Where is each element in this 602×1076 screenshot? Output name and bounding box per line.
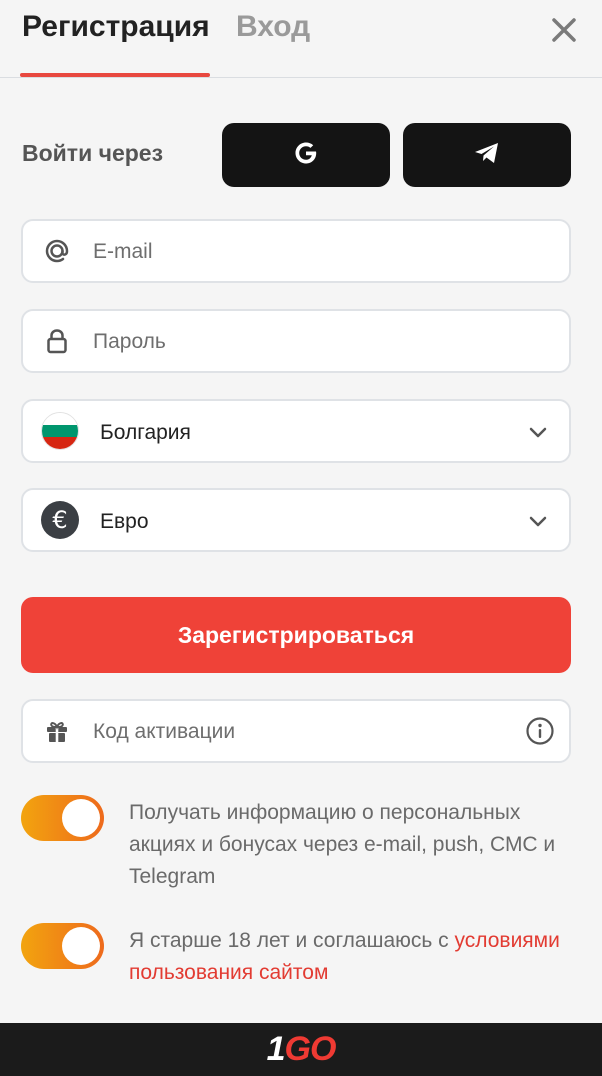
telegram-login-button[interactable] [403,123,571,187]
close-icon[interactable] [548,14,580,46]
email-placeholder: E-mail [93,240,153,263]
age-consent-toggle[interactable] [21,923,104,969]
activation-code-field[interactable]: Код активации [21,699,571,763]
tab-register[interactable]: Регистрация [22,10,210,44]
euro-icon: € [41,501,79,539]
bulgaria-flag-icon [41,412,79,450]
social-login-label: Войти через [22,140,164,166]
info-icon[interactable] [525,716,555,746]
currency-value: Евро [100,510,149,533]
brand-logo: 1GO [266,1030,337,1069]
tab-login[interactable]: Вход [236,10,310,44]
gift-icon [41,715,73,747]
toggle-knob [62,799,100,837]
country-select[interactable]: Болгария [21,399,571,463]
activation-code-placeholder: Код активации [93,720,236,743]
register-button[interactable]: Зарегистрироваться [21,597,571,673]
logo-number: 1 [266,1030,286,1068]
age-consent-label: Я старше 18 лет и соглашаюсь с условиями… [129,925,569,989]
telegram-icon [472,138,502,173]
country-value: Болгария [100,421,191,444]
active-tab-indicator [20,73,210,77]
chevron-down-icon [527,421,549,443]
password-placeholder: Пароль [93,330,166,353]
toggle-knob [62,927,100,965]
age-consent-text: Я старше 18 лет и соглашаюсь с [129,929,455,952]
lock-icon [41,325,73,357]
marketing-consent-label: Получать информацию о персональных акция… [129,801,556,888]
google-icon [292,139,320,172]
at-icon [41,235,73,267]
email-field[interactable]: E-mail [21,219,571,283]
footer-bar: 1GO [0,1023,602,1076]
chevron-down-icon [527,510,549,532]
logo-text: GO [284,1030,337,1068]
auth-tabs: Регистрация Вход [0,0,602,78]
password-field[interactable]: Пароль [21,309,571,373]
google-login-button[interactable] [222,123,390,187]
marketing-consent-toggle[interactable] [21,795,104,841]
currency-select[interactable]: € Евро [21,488,571,552]
